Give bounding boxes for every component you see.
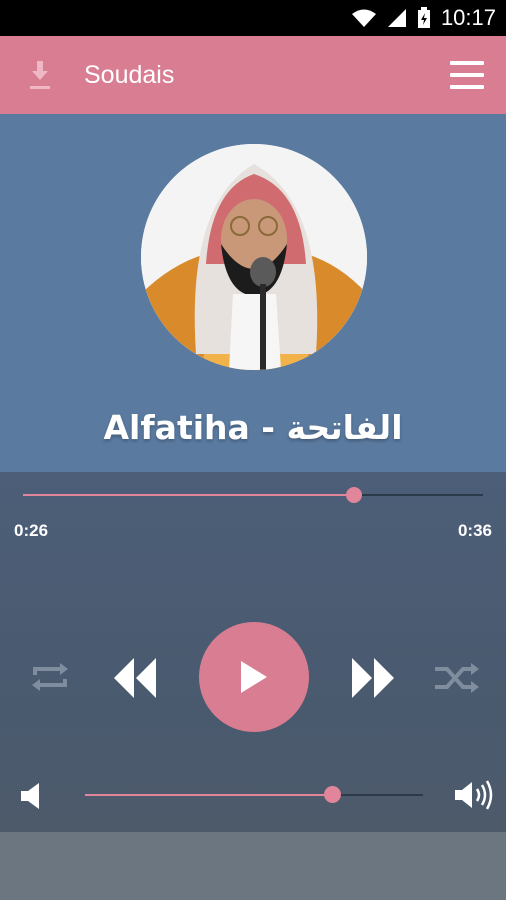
download-icon[interactable] — [26, 58, 54, 92]
play-icon — [241, 661, 267, 693]
track-title: Alfatiha - الفاتحة — [103, 408, 403, 447]
volume-slider-thumb[interactable] — [323, 786, 341, 803]
seek-bar[interactable] — [23, 487, 483, 503]
rewind-icon[interactable] — [112, 656, 158, 700]
elapsed-time: 0:26 — [14, 521, 49, 540]
transport-controls — [0, 620, 506, 736]
bottom-area — [0, 832, 506, 900]
play-button[interactable] — [199, 622, 309, 732]
repeat-icon[interactable] — [26, 660, 74, 694]
total-time: 0:36 — [457, 521, 492, 540]
battery-icon — [417, 7, 430, 28]
now-playing-panel: Alfatiha - الفاتحة — [0, 114, 506, 472]
volume-slider[interactable] — [85, 786, 423, 803]
seek-bar-thumb[interactable] — [346, 487, 363, 503]
shuffle-icon[interactable] — [432, 660, 482, 696]
app-bar: Soudais — [0, 36, 506, 114]
clock: 10:17 — [440, 5, 496, 30]
reciter-avatar — [141, 144, 367, 370]
signal-icon — [387, 9, 406, 27]
fast-forward-icon[interactable] — [350, 656, 396, 700]
seek-bar-progress — [23, 494, 355, 496]
wifi-icon — [351, 9, 376, 27]
status-bar: 10:17 — [0, 0, 506, 36]
volume-slider-level — [85, 794, 332, 796]
menu-icon[interactable] — [450, 61, 484, 89]
player-controls-panel: 0:26 0:36 — [0, 472, 506, 832]
volume-high-icon[interactable] — [452, 778, 498, 812]
volume-low-icon[interactable] — [18, 782, 44, 810]
app-title: Soudais — [84, 60, 175, 89]
